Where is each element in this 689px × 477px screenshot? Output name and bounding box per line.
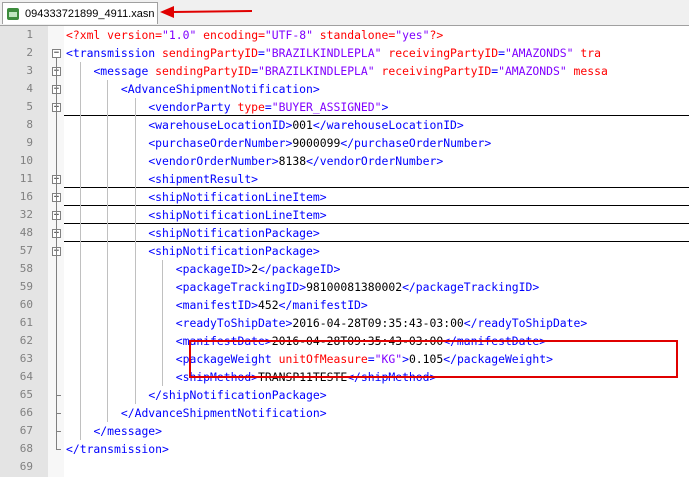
line-code: <shipNotificationLineItem> xyxy=(148,190,327,204)
line-code: <shipNotificationPackage> xyxy=(148,226,320,240)
tab-bar: 094333721899_4911.xasn xyxy=(0,0,689,26)
line-code: <packageTrackingID>98100081380002</packa… xyxy=(175,280,540,294)
line-number: 32 xyxy=(19,208,33,221)
line-number: 64 xyxy=(19,370,33,383)
code-line[interactable]: 2 <transmission sendingPartyID="BRAZILKIN… xyxy=(0,44,689,62)
code-line[interactable]: 5<vendorParty type="BUYER_ASSIGNED">+ xyxy=(0,98,689,116)
line-number: 67 xyxy=(19,424,33,437)
code-line[interactable]: 3 <message sendingPartyID="BRAZILKINDLEPL… xyxy=(0,62,689,80)
line-code: <AdvanceShipmentNotification> xyxy=(120,82,320,96)
line-code: <purchaseOrderNumber>9000099</purchaseOr… xyxy=(148,136,492,150)
line-number: 63 xyxy=(19,352,33,365)
line-code: </AdvanceShipmentNotification> xyxy=(120,406,327,420)
line-code: <transmission sendingPartyID="BRAZILKIND… xyxy=(66,46,601,60)
line-number: 65 xyxy=(19,388,33,401)
line-number: 66 xyxy=(19,406,33,419)
file-icon xyxy=(6,7,20,21)
code-line[interactable]: 68 </transmission> xyxy=(0,440,689,458)
line-code: <shipNotificationPackage> xyxy=(148,244,320,258)
line-number: 9 xyxy=(26,136,33,149)
indent-guide xyxy=(162,260,164,386)
line-code: <readyToShipDate>2016-04-28T09:35:43-03:… xyxy=(175,316,588,330)
code-line[interactable]: 60 <manifestID>452</manifestID> xyxy=(0,296,689,314)
line-number: 61 xyxy=(19,316,33,329)
line-code: <shipmentResult> xyxy=(148,172,259,186)
code-line[interactable]: 59 <packageTrackingID>98100081380002</pac… xyxy=(0,278,689,296)
line-number: 11 xyxy=(19,172,33,185)
code-line[interactable]: 11<shipmentResult>+ xyxy=(0,170,689,188)
line-code: <?xml version="1.0" encoding="UTF-8" sta… xyxy=(66,28,444,42)
code-line[interactable]: 32<shipNotificationLineItem>+ xyxy=(0,206,689,224)
file-tab[interactable]: 094333721899_4911.xasn xyxy=(2,2,158,24)
tab-filename: 094333721899_4911.xasn xyxy=(25,7,155,20)
code-line[interactable]: 1 <?xml version="1.0" encoding="UTF-8" st… xyxy=(0,26,689,44)
line-number: 4 xyxy=(26,82,33,95)
line-number: 16 xyxy=(19,190,33,203)
line-number: 59 xyxy=(19,280,33,293)
code-line[interactable]: 4<AdvanceShipmentNotification>− xyxy=(0,80,689,98)
code-line[interactable]: 58 <packageID>2</packageID> xyxy=(0,260,689,278)
line-code: </shipNotificationPackage> xyxy=(148,388,327,402)
highlight-box xyxy=(189,340,678,378)
line-code: <message sendingPartyID="BRAZILKINDLEPLA… xyxy=(93,64,608,78)
line-number: 69 xyxy=(19,460,33,473)
code-line[interactable]: 61 <readyToShipDate>2016-04-28T09:35:43-0… xyxy=(0,314,689,332)
line-code: <packageID>2</packageID> xyxy=(175,262,341,276)
line-number: 5 xyxy=(26,100,33,113)
code-line[interactable]: 57<shipNotificationPackage>− xyxy=(0,242,689,260)
line-number: 48 xyxy=(19,226,33,239)
fold-end-marker xyxy=(56,449,61,450)
fold-collapse-icon[interactable]: − xyxy=(52,49,61,58)
line-number: 62 xyxy=(19,334,33,347)
code-line[interactable]: 65 </shipNotificationPackage> xyxy=(0,386,689,404)
fold-guide-line xyxy=(56,58,57,449)
code-line[interactable]: 69 xyxy=(0,458,689,476)
line-code: <warehouseLocationID>001</warehouseLocat… xyxy=(148,118,464,132)
red-arrow-annotation xyxy=(160,6,253,18)
indent-guide xyxy=(134,98,136,404)
indent-guide xyxy=(107,80,109,422)
line-number: 68 xyxy=(19,442,33,455)
line-code: </transmission> xyxy=(66,442,169,456)
line-code: </message> xyxy=(93,424,163,438)
line-number: 60 xyxy=(19,298,33,311)
code-line[interactable]: 10 <vendorOrderNumber>8138</vendorOrderNu… xyxy=(0,152,689,170)
code-line[interactable]: 8 <warehouseLocationID>001</warehouseLoca… xyxy=(0,116,689,134)
code-line[interactable]: 67 </message> xyxy=(0,422,689,440)
code-line[interactable]: 9 <purchaseOrderNumber>9000099</purchaseO… xyxy=(0,134,689,152)
line-number: 10 xyxy=(19,154,33,167)
line-number: 1 xyxy=(26,28,33,41)
line-number: 58 xyxy=(19,262,33,275)
code-line[interactable]: 66 </AdvanceShipmentNotification> xyxy=(0,404,689,422)
code-line[interactable]: 16<shipNotificationLineItem>+ xyxy=(0,188,689,206)
line-code: <vendorOrderNumber>8138</vendorOrderNumb… xyxy=(148,154,444,168)
line-code: <shipNotificationLineItem> xyxy=(148,208,327,222)
line-number: 57 xyxy=(19,244,33,257)
line-code: <vendorParty type="BUYER_ASSIGNED"> xyxy=(148,100,389,114)
code-editor[interactable]: 1 <?xml version="1.0" encoding="UTF-8" st… xyxy=(0,26,689,477)
line-number: 2 xyxy=(26,46,33,59)
line-number: 3 xyxy=(26,64,33,77)
line-code: <manifestID>452</manifestID> xyxy=(175,298,368,312)
indent-guide xyxy=(79,62,81,440)
line-number: 8 xyxy=(26,118,33,131)
code-line[interactable]: 48<shipNotificationPackage>+ xyxy=(0,224,689,242)
